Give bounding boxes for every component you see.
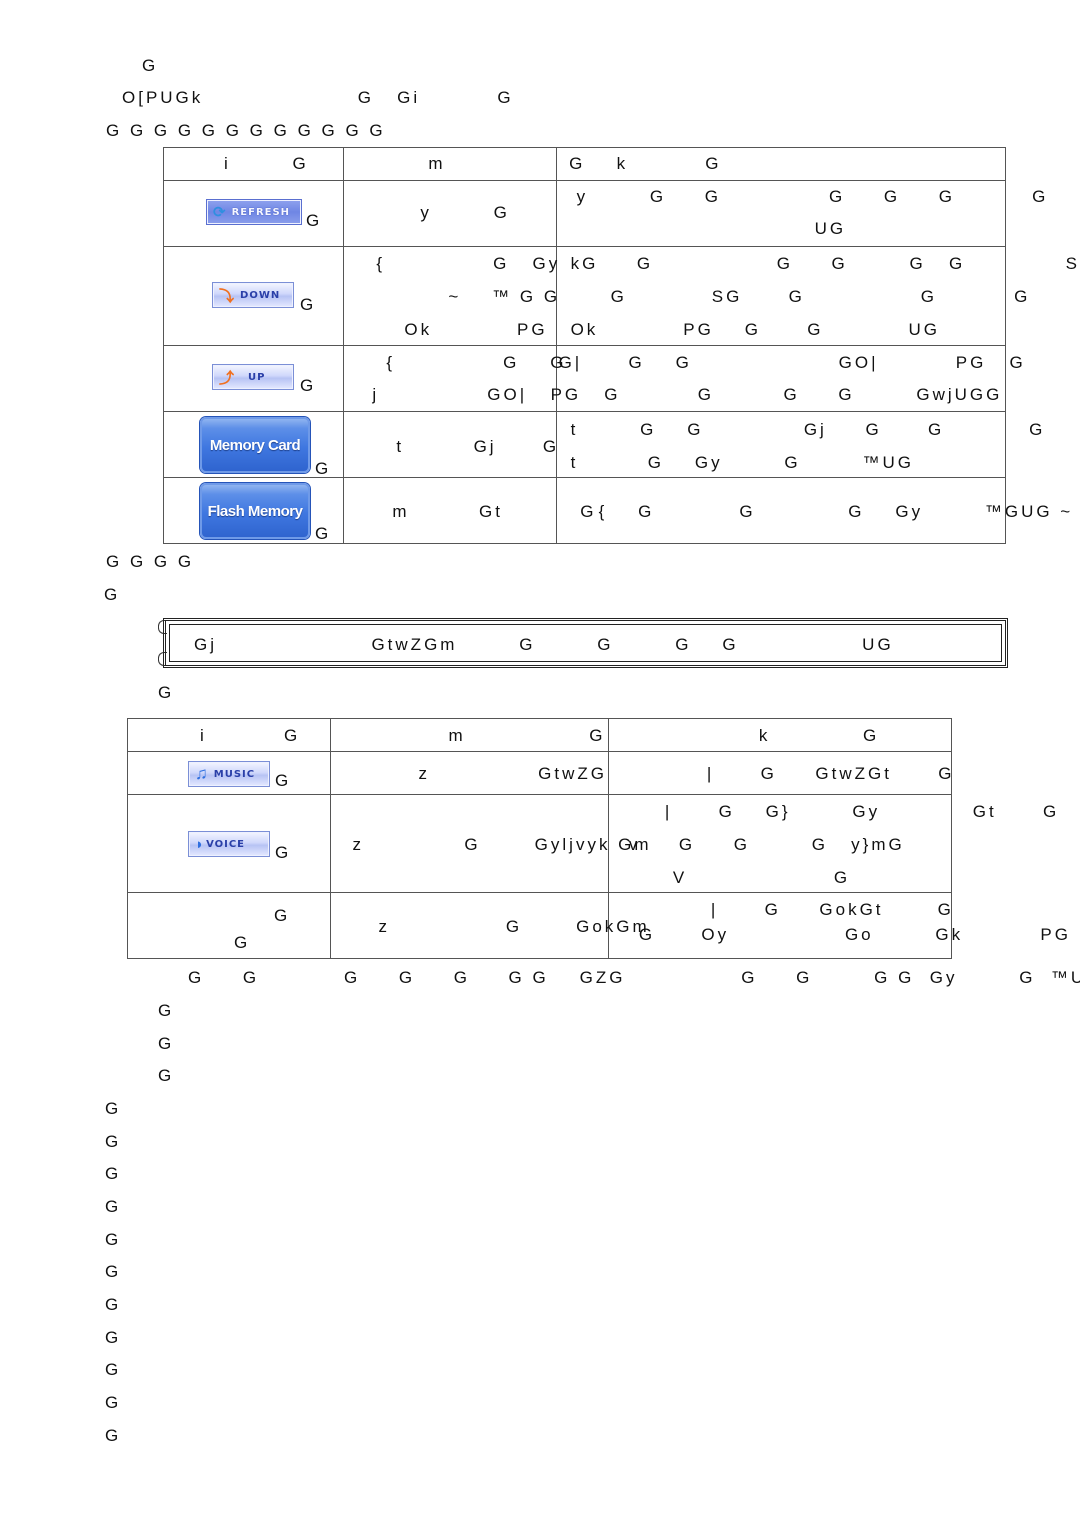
down-button[interactable]: ⤵ DOWN	[212, 282, 294, 308]
voice-button[interactable]: ◗ VOICE	[188, 831, 270, 857]
speaking-head-icon: ◗	[195, 835, 205, 853]
table-row: G G z G GokGm | G GokGt G G Oy Go Gk PG	[127, 892, 1068, 959]
row-desc-line: { G G G Gy ™GUG ~	[598, 502, 1074, 521]
up-button[interactable]: ⤴ UP	[212, 364, 294, 390]
row-desc-line: y G G G G G G G G	[576, 187, 1049, 206]
table2-header-name: m G	[448, 726, 606, 745]
row-name: z G Gyljvyk Gm	[352, 835, 652, 854]
row-name: y G	[420, 203, 510, 222]
text-line: G	[158, 1001, 172, 1020]
text-line: G	[158, 1066, 172, 1085]
cell-suffix: G	[306, 211, 323, 230]
memory-card-button-label: Memory Card	[209, 436, 301, 454]
row-desc-line: kG G G G G G SG G	[570, 254, 1080, 273]
cell-suffix: G	[315, 459, 332, 478]
heading-line-2: O[PUGk G Gi G	[122, 88, 514, 107]
text-line: G	[105, 1132, 119, 1151]
row-desc-line: G| G G GO| PG G G G G	[558, 353, 1026, 372]
row-desc-line: | G G} Gy Gt G	[664, 802, 1060, 821]
row-desc-line: Ok PG G G UG	[570, 320, 940, 339]
text-line: G	[158, 1034, 172, 1053]
cell-suffix: G	[300, 295, 317, 314]
note-text: Gj GtwZGm G G G G UG	[194, 635, 894, 654]
row-desc-line: PG G G G G GwjUGG	[550, 385, 1003, 404]
row-name: z GtwZG	[418, 764, 607, 783]
table-row: ♫ MUSIC G z GtwZG | G GtwZGt G	[127, 751, 955, 795]
row-desc-line: G Oy Go Gk PG	[638, 925, 1071, 944]
text-line: G	[105, 1099, 119, 1118]
row-name-line: { G G	[386, 353, 567, 372]
row-name-line: j GO|	[372, 385, 528, 404]
table-row: ⟳ REFRESH G y G y G G G G G G G G UG	[162, 180, 1045, 247]
row-name: t Gj G	[396, 437, 560, 456]
table1-header-button: i G	[224, 154, 309, 173]
heading-line-1: G	[142, 56, 159, 75]
row-desc-line: V G	[672, 868, 851, 887]
row-desc-line: UG	[814, 219, 847, 238]
button-description-table: i G m G k G ⟳ REFRESH G y G y G G G G G …	[162, 147, 1080, 544]
mode-description-table: i G m G k G ♫ MUSIC G z GtwZG | G GtwZGt…	[127, 718, 1068, 959]
row-name-line: { G Gy	[376, 254, 561, 273]
music-button-label: MUSIC	[213, 768, 256, 780]
music-note-icon: ♫	[195, 764, 208, 783]
table1-header-description: k G	[616, 154, 722, 173]
table-row: ◗ VOICE G z G Gyljvyk Gm | G G} Gy Gt G …	[127, 794, 1056, 893]
note-box: Gj GtwZGm G G G G UG	[163, 618, 1008, 668]
text-line: G	[105, 1197, 119, 1216]
heading-line-3: G G G G G G G G G G G G	[106, 121, 386, 140]
row-desc-line: v G G G y}mG G	[628, 835, 1080, 854]
table-row: ⤴ UP G { G G j GO| G| G G GO| PG G G G G…	[162, 345, 1023, 412]
row-name-line: ~ ™ G G	[448, 287, 561, 306]
text-line: G	[105, 1262, 119, 1281]
cell-text: G	[234, 933, 251, 952]
table-row: ⤵ DOWN G { G Gy ~ ™ G G Ok PG kG G G G G…	[162, 246, 1080, 346]
text-line: G	[105, 1295, 119, 1314]
cell-suffix: G	[315, 524, 332, 543]
table-row: Memory Card G t Gj G t G G Gj G G G G GI…	[162, 411, 1042, 478]
row-name-line: Ok PG	[404, 320, 548, 339]
text-line: G G G G	[106, 552, 195, 571]
text-line: G	[105, 1426, 119, 1445]
memory-card-button[interactable]: Memory Card	[200, 417, 310, 473]
text-line: G	[105, 1360, 119, 1379]
row-desc-line: | G GtwZGt G	[706, 764, 955, 783]
down-button-label: DOWN	[240, 289, 281, 301]
refresh-button[interactable]: ⟳ REFRESH	[206, 199, 302, 225]
down-arrow-icon: ⤵	[219, 287, 235, 305]
flash-memory-button[interactable]: Flash Memory	[200, 483, 310, 539]
up-arrow-icon: ⤴	[219, 369, 235, 387]
text-line: G	[105, 1393, 119, 1412]
text-line: G G G G G G G GZG G G G G Gy G ™UGG	[188, 968, 1080, 987]
table2-header-button: i G	[200, 726, 301, 745]
cell-text: G	[274, 906, 291, 925]
up-button-label: UP	[248, 371, 266, 383]
cell-suffix: G	[275, 771, 292, 790]
text-line: G	[104, 585, 121, 604]
row-desc-line: t G Gy G ™UG	[570, 453, 914, 472]
text-line: G	[105, 1164, 119, 1183]
music-button[interactable]: ♫ MUSIC	[188, 761, 270, 787]
refresh-button-label: REFRESH	[231, 206, 291, 218]
refresh-arrows-icon: ⟳	[213, 204, 226, 221]
voice-button-label: VOICE	[206, 838, 246, 850]
flash-memory-button-label: Flash Memory	[207, 502, 303, 520]
row-desc-line: t G G Gj G G G G GI	[570, 420, 1046, 439]
table-row: Flash Memory G m Gt G { G G G Gy ™GUG ~	[162, 477, 1070, 544]
cell-suffix: G	[275, 843, 292, 862]
cell-suffix: G	[300, 376, 317, 395]
table2-header-description: k G	[758, 726, 880, 745]
text-line: G	[158, 683, 175, 702]
text-line: G	[105, 1230, 119, 1249]
text-line: G	[105, 1328, 119, 1347]
row-desc-line: G SG G G G G G	[610, 287, 1031, 306]
row-desc-line: | G GokGt G	[710, 900, 954, 919]
